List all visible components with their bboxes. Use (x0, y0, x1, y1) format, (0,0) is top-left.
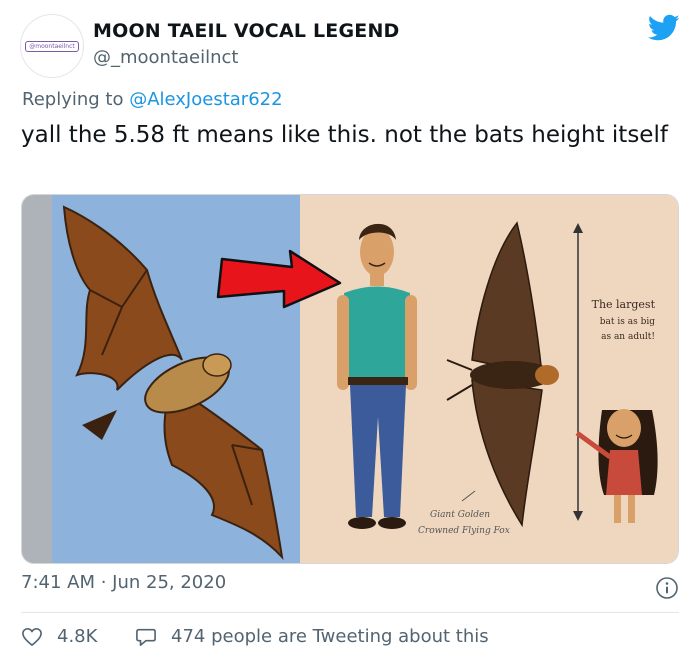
twitter-bird-icon[interactable] (648, 14, 680, 42)
display-name[interactable]: MOON TAEIL VOCAL LEGEND (93, 20, 400, 42)
user-handle[interactable]: @_moontaeilnct (93, 47, 239, 68)
tweet-text: yall the 5.58 ft means like this. not th… (21, 122, 668, 148)
caption-line-2: bat is as big (600, 317, 655, 327)
tweet-card: @moontaeilnct MOON TAEIL VOCAL LEGEND @_… (0, 0, 700, 667)
like-count: 4.8K (57, 626, 98, 647)
avatar-badge-text: @moontaeilnct (25, 40, 79, 52)
divider (21, 612, 679, 613)
tweet-timestamp[interactable]: 7:41 AM · Jun 25, 2020 (21, 572, 226, 593)
bat-label-line-1: Giant Golden (430, 510, 490, 520)
like-button[interactable]: 4.8K (21, 626, 97, 647)
bat-label-line-2: Crowned Flying Fox (418, 526, 510, 536)
avatar[interactable]: @moontaeilnct (20, 14, 84, 78)
tweet-image[interactable]: The largest bat is as big as an adult! G… (21, 194, 679, 564)
replying-to-link[interactable]: @AlexJoestar622 (129, 89, 282, 110)
tweeting-about-text: 474 people are Tweeting about this (171, 626, 489, 647)
heart-icon (22, 627, 42, 646)
caption-line-1: The largest (592, 298, 656, 311)
info-icon[interactable] (655, 576, 679, 600)
replying-prefix: Replying to (22, 89, 130, 110)
speech-bubble-icon (136, 628, 156, 646)
replying-to: Replying to @AlexJoestar622 (22, 89, 283, 110)
tweeting-about-link[interactable]: 474 people are Tweeting about this (135, 626, 489, 647)
bat-comparison-image: The largest bat is as big as an adult! G… (22, 195, 678, 563)
caption-line-3: as an adult! (601, 332, 655, 342)
